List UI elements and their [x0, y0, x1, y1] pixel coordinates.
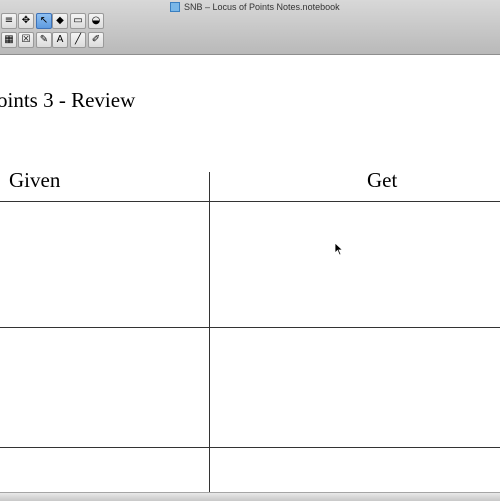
shapes-icon[interactable]: ◆: [52, 13, 68, 29]
window-title: SNB – Locus of Points Notes.notebook: [170, 0, 340, 13]
column-header-get: Get: [367, 168, 398, 192]
table-cell-given-3[interactable]: [0, 448, 209, 492]
table-cell-given-2[interactable]: [0, 328, 209, 447]
close-box-icon[interactable]: ☒: [18, 32, 34, 48]
page-heading: oints 3 - Review: [0, 88, 136, 112]
notebook-document-icon: [170, 1, 180, 12]
column-header-given: Given: [9, 168, 61, 192]
line-icon[interactable]: ╱: [70, 32, 86, 48]
highlighter-icon[interactable]: ✐: [88, 32, 104, 48]
table-icon[interactable]: ▦: [1, 32, 17, 48]
window-title-text: SNB – Locus of Points Notes.notebook: [184, 1, 340, 12]
mouse-pointer-icon: [334, 242, 344, 256]
tool-palette: ≡ ✥ ↖ ◆ ▭ ◒ ▦ ☒ ✎ A ╱ ✐: [1, 13, 115, 50]
fill-icon[interactable]: ◒: [88, 13, 104, 29]
text-icon[interactable]: A: [52, 32, 68, 48]
table-cell-given-1[interactable]: [0, 202, 209, 327]
window-titlebar: SNB – Locus of Points Notes.notebook ≡ ✥ ↖…: [0, 0, 500, 55]
select-arrow-icon[interactable]: ↖: [36, 13, 52, 29]
table-cell-get-1[interactable]: [210, 202, 500, 327]
table-cell-get-3[interactable]: [210, 448, 500, 492]
eraser-icon[interactable]: ▭: [70, 13, 86, 29]
magic-pen-icon[interactable]: ✥: [18, 13, 34, 29]
creative-pen-icon[interactable]: ✎: [36, 32, 52, 48]
pen-tools-icon[interactable]: ≡: [1, 13, 17, 29]
table-cell-get-2[interactable]: [210, 328, 500, 447]
